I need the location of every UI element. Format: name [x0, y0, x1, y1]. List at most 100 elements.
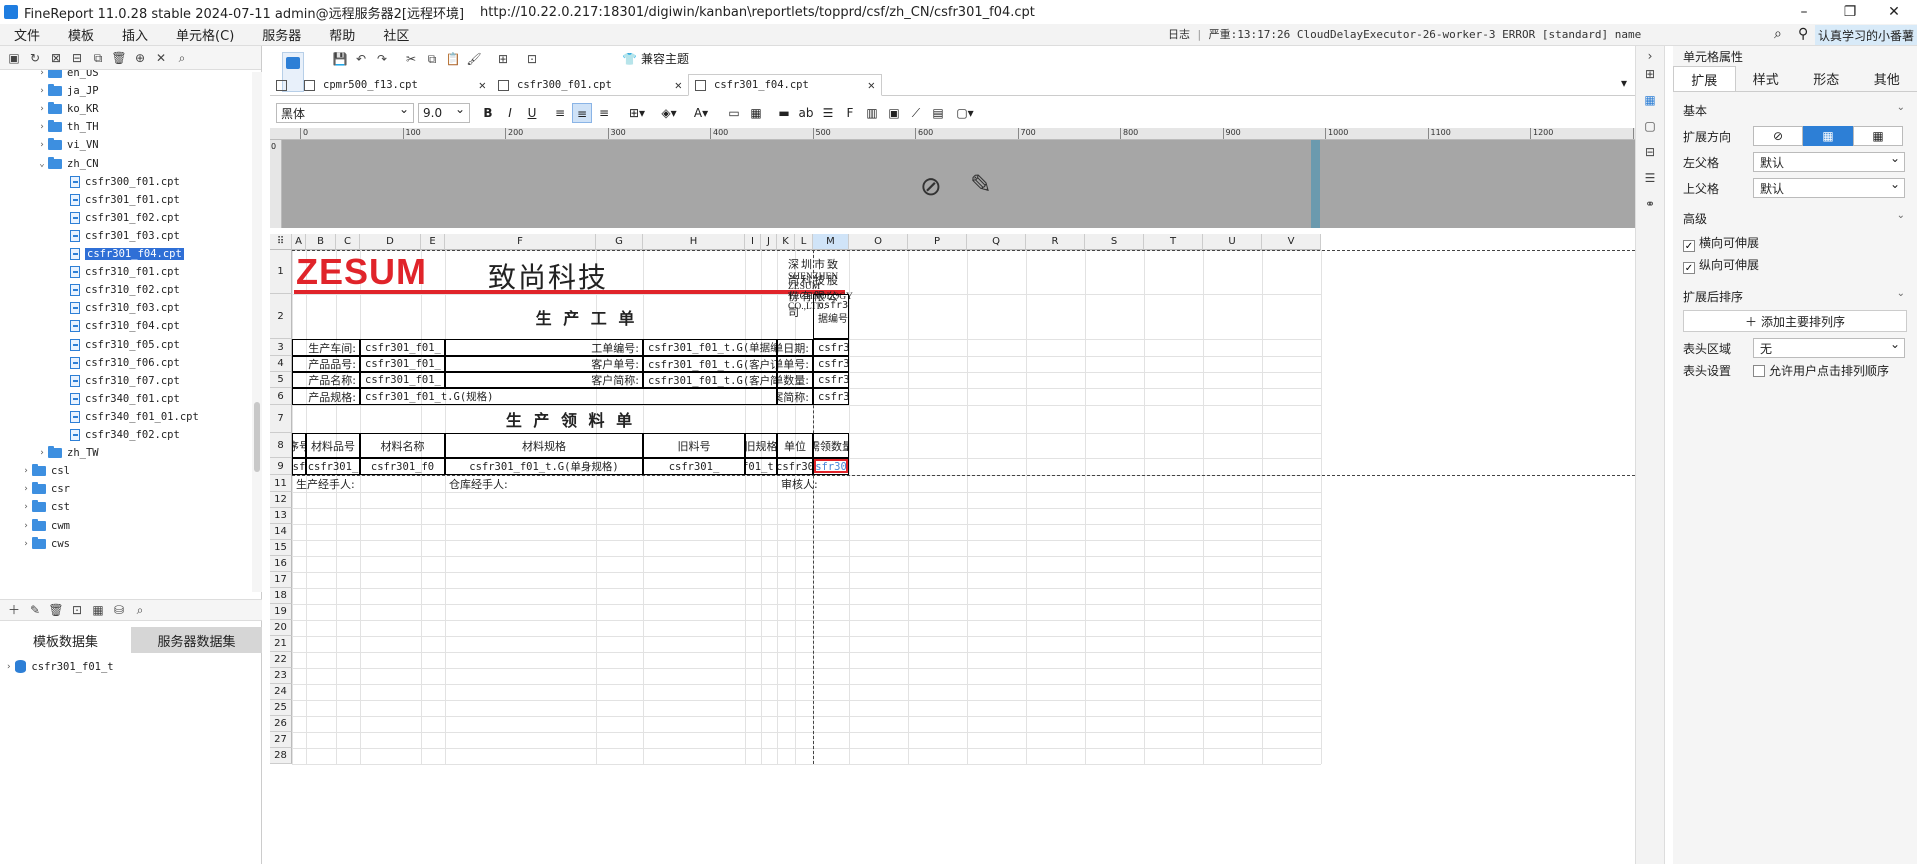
tab-other[interactable]: 其他	[1857, 66, 1917, 91]
checkbox-icon[interactable]	[1753, 365, 1765, 377]
chevron-right-icon[interactable]: ›	[20, 466, 32, 476]
tree-file-item[interactable]: csfr310_f03.cpt	[70, 299, 180, 317]
refresh-icon[interactable]: ↻	[27, 50, 43, 66]
save-icon[interactable]: 💾	[332, 51, 348, 67]
align-left-icon[interactable]: ≡	[550, 103, 570, 123]
tree-folder-item[interactable]: › cws	[20, 535, 70, 553]
text-icon[interactable]: ab	[796, 103, 816, 123]
row-header[interactable]: 24	[270, 684, 292, 700]
row-header[interactable]: 12	[270, 492, 292, 508]
tab-expand[interactable]: 扩展	[1673, 66, 1736, 91]
chevron-right-icon[interactable]: ›	[36, 70, 48, 78]
tree-file-item[interactable]: csfr340_f01.cpt	[70, 390, 180, 408]
row-header[interactable]: 13	[270, 508, 292, 524]
chevron-right-icon[interactable]: ›	[36, 104, 48, 114]
edit-icon[interactable]: ✎	[970, 170, 992, 200]
report-title[interactable]: 生 产 工 单	[360, 294, 813, 339]
scrollbar-thumb[interactable]	[254, 402, 260, 472]
delete-icon[interactable]: 🗑	[48, 602, 64, 618]
tab-server-dataset[interactable]: 服务器数据集	[131, 627, 262, 653]
search-icon[interactable]: ⌕	[1774, 26, 1782, 42]
field-value[interactable]: csfr301_f01_	[360, 339, 445, 356]
row-header[interactable]: 14	[270, 524, 292, 540]
tree-file-item[interactable]: csfr340_f02.cpt	[70, 426, 180, 444]
collapse-icon[interactable]: ✕	[153, 50, 169, 66]
left-parent-select[interactable]: 默认	[1753, 151, 1905, 172]
close-tab-icon[interactable]: ✕	[479, 78, 486, 92]
column-header[interactable]: L	[795, 234, 813, 250]
field-label[interactable]: 订单单号:	[777, 356, 813, 372]
tree-folder-item[interactable]: ⌄ zh_CN	[36, 155, 99, 173]
edit-icon[interactable]: ✎	[27, 602, 43, 618]
border-icon[interactable]: ⊞▾	[622, 103, 652, 123]
select-all-corner[interactable]: ⠿	[270, 234, 292, 250]
row-header[interactable]: 16	[270, 556, 292, 572]
column-header[interactable]: D	[360, 234, 421, 250]
column-header[interactable]: I	[745, 234, 761, 250]
signature-label[interactable]: 仓库经手人:	[445, 475, 761, 492]
row-header[interactable]: 6	[270, 388, 292, 405]
expand-arrow-icon[interactable]: ›	[6, 662, 11, 672]
report-subtitle[interactable]: 生 产 领 料 单	[292, 405, 849, 433]
tree-file-item[interactable]: csfr300_f01.cpt	[70, 173, 180, 191]
column-header[interactable]: K	[777, 234, 795, 250]
signature-label[interactable]: 生产经手人:	[292, 475, 421, 492]
field-label[interactable]: 生产车间:	[292, 339, 360, 356]
font-family-select[interactable]: 黑体	[276, 102, 414, 123]
dataset-item[interactable]: › csfr301_f01_t	[6, 660, 114, 673]
table-value-cell[interactable]: csfr301_f0	[360, 458, 445, 475]
tab-style[interactable]: 样式	[1736, 66, 1797, 91]
log-line[interactable]: 日志 | 严重:13:17:26 CloudDelayExecutor-26-wor…	[1168, 26, 1641, 42]
tab-csfr300[interactable]: csfr300_f01.cpt ✕	[492, 74, 688, 96]
table-value-cell[interactable]: csfr30	[777, 458, 813, 475]
fill-color-icon[interactable]: ◈▾	[654, 103, 684, 123]
minimize-button[interactable]: –	[1781, 0, 1827, 24]
field-value[interactable]: csfr301_f0	[813, 339, 849, 356]
compat-theme-button[interactable]: 👕 兼容主题	[622, 50, 689, 67]
lock-icon[interactable]: ⊟	[69, 50, 85, 66]
search-icon[interactable]: ⌕	[174, 50, 190, 66]
merge-icon[interactable]: ▬	[774, 103, 794, 123]
new-folder-icon[interactable]: ▣	[6, 50, 22, 66]
column-header[interactable]: F	[445, 234, 596, 250]
row-header[interactable]: 22	[270, 652, 292, 668]
tree-folder-item[interactable]: › en_US	[36, 70, 99, 82]
field-value[interactable]: csfr301_f0	[813, 372, 849, 388]
locate-icon[interactable]: ⊕	[132, 50, 148, 66]
chevron-right-icon[interactable]: ›	[36, 448, 48, 458]
v-stretch-checkbox[interactable]: ✓ 纵向可伸展	[1683, 256, 1759, 274]
no-expand-icon[interactable]: ⊘	[1753, 126, 1803, 146]
underline-icon[interactable]: U	[522, 103, 542, 123]
row-header[interactable]: 9	[270, 458, 292, 475]
tree-folder-item[interactable]: › csl	[20, 462, 70, 480]
collapse-icon[interactable]: ⌄	[1897, 102, 1905, 113]
row-header[interactable]: 20	[270, 620, 292, 636]
chevron-down-icon[interactable]: ⌄	[36, 159, 48, 169]
report-cell[interactable]: csfr301_f01_t.G(单据编号)	[813, 294, 849, 339]
field-value[interactable]: csfr301_f01_t.G(单据编号)	[643, 339, 777, 356]
row-header[interactable]: 11	[270, 475, 292, 492]
table-header-cell[interactable]: 单位	[777, 433, 813, 458]
preview-icon[interactable]: ⊡	[69, 602, 85, 618]
menu-community[interactable]: 社区	[369, 25, 423, 44]
tree-scrollbar[interactable]	[252, 72, 262, 592]
tree-file-item[interactable]: csfr301_f03.cpt	[70, 227, 180, 245]
row-header[interactable]: 18	[270, 588, 292, 604]
report-grid[interactable]: ⠿ A B C D E F G H I J K L M O P Q R S T U V 1 2 3 4 5 6 7 8 9 11 12 13 14 1…	[270, 234, 1635, 864]
column-header[interactable]: M	[813, 234, 849, 250]
column-header[interactable]: G	[596, 234, 643, 250]
row-header[interactable]: 27	[270, 732, 292, 748]
copy-icon[interactable]: ⧉	[90, 50, 106, 66]
field-label[interactable]: 客户单号:	[445, 356, 643, 372]
condition-icon[interactable]: ⊟	[1642, 144, 1658, 160]
hyperlink-icon[interactable]: ⚭	[1642, 196, 1658, 212]
tree-file-item[interactable]: csfr301_f01.cpt	[70, 191, 180, 209]
menu-help[interactable]: 帮助	[315, 25, 369, 44]
table-value-cell[interactable]: csfr301_f01_t.G(旧规格)	[745, 458, 777, 475]
freeze-icon[interactable]: ▭	[724, 103, 744, 123]
row-header[interactable]: 28	[270, 748, 292, 764]
menu-insert[interactable]: 插入	[108, 25, 162, 44]
row-header[interactable]: 1	[270, 250, 292, 294]
delete-icon[interactable]: ⊠	[48, 50, 64, 66]
collapse-icon[interactable]: ⌄	[1897, 288, 1905, 299]
